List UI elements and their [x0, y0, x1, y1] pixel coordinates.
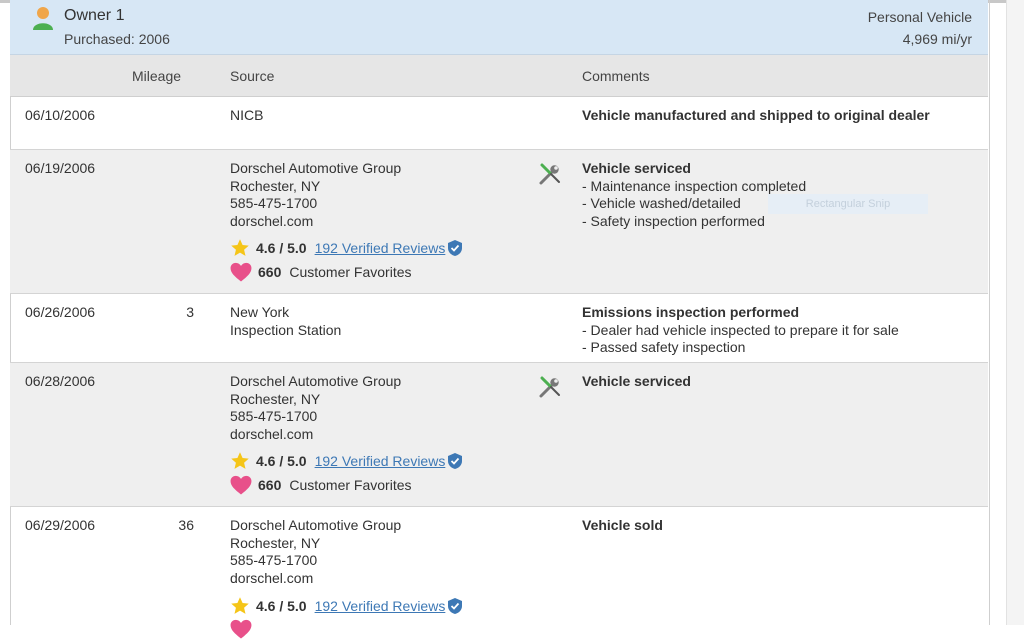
heart-icon [230, 262, 252, 282]
verified-check-icon [448, 598, 463, 614]
row-source: Dorschel Automotive Group Rochester, NY … [230, 517, 401, 587]
owner-purchased: Purchased: 2006 [64, 31, 170, 47]
star-icon [231, 452, 249, 469]
dealer-name: Dorschel Automotive Group [230, 517, 402, 533]
customer-favorites: 660 Customer Favorites [230, 261, 412, 283]
favorites-label: Customer Favorites [289, 264, 412, 280]
snip-watermark: Rectangular Snip [768, 194, 928, 214]
column-mileage: Mileage [132, 68, 182, 84]
scrollbar-track[interactable] [1006, 0, 1024, 625]
row-comments: Vehicle sold [582, 517, 663, 535]
table-row: 06/29/2006 36 Dorschel Automotive Group … [10, 507, 988, 639]
comment-headline: Vehicle serviced [582, 160, 691, 176]
table-row: 06/26/2006 3 New York Inspection Station… [10, 294, 988, 363]
person-icon [33, 7, 53, 30]
dealer-location: Rochester, NY [230, 534, 321, 551]
wrench-screwdriver-icon [539, 163, 560, 185]
table-row: 06/19/2006 Dorschel Automotive Group Roc… [10, 150, 988, 294]
row-comments: Vehicle manufactured and shipped to orig… [582, 107, 930, 125]
dealer-phone: 585-475-1700 [230, 195, 318, 211]
dealer-website: dorschel.com [230, 212, 314, 229]
rating-score: 4.6 / 5.0 [256, 598, 307, 614]
comment-headline: Vehicle sold [582, 517, 663, 533]
owner-header: Owner 1 Purchased: 2006 Personal Vehicle… [10, 0, 988, 55]
dealer-website: dorschel.com [230, 425, 314, 442]
column-source: Source [230, 68, 275, 84]
table-row: 06/10/2006 NICB Vehicle manufactured and… [10, 97, 988, 150]
dealer-rating: 4.6 / 5.0 192 Verified Reviews [230, 237, 463, 259]
rating-score: 4.6 / 5.0 [256, 240, 307, 256]
comment-headline: Emissions inspection performed [582, 304, 800, 320]
verified-check-icon [448, 240, 463, 256]
dealer-website: dorschel.com [230, 569, 314, 586]
row-date: 06/10/2006 [25, 107, 96, 123]
heart-icon [230, 619, 252, 639]
dealer-phone: 585-475-1700 [230, 408, 318, 424]
dealer-name: Dorschel Automotive Group [230, 160, 402, 176]
star-icon [231, 597, 249, 614]
favorites-label: Customer Favorites [289, 477, 412, 493]
row-comments: Vehicle serviced [582, 373, 691, 391]
dealer-rating: 4.6 / 5.0 192 Verified Reviews [230, 450, 463, 472]
table-header: Mileage Source Comments [10, 55, 988, 97]
comment-detail: - Passed safety inspection [582, 339, 746, 355]
dealer-location: Rochester, NY [230, 390, 321, 407]
row-comments: Emissions inspection performed - Dealer … [582, 304, 899, 357]
comment-detail: - Safety inspection performed [582, 212, 765, 229]
comment-detail: - Dealer had vehicle inspected to prepar… [582, 321, 899, 338]
row-date: 06/26/2006 [25, 304, 96, 320]
miles-per-year: 4,969 mi/yr [902, 31, 972, 47]
dealer-location: Rochester, NY [230, 177, 321, 194]
owner-title: Owner 1 [64, 7, 125, 24]
row-source: New York Inspection Station [230, 304, 341, 339]
source-line: NICB [230, 107, 264, 123]
favorites-count: 660 [258, 264, 282, 280]
row-mileage: 3 [186, 304, 194, 320]
table-row: 06/28/2006 Dorschel Automotive Group Roc… [10, 363, 988, 507]
customer-favorites: 660 Customer Favorites [230, 474, 412, 496]
row-date: 06/29/2006 [25, 517, 96, 533]
column-comments: Comments [582, 68, 650, 84]
dealer-rating: 4.6 / 5.0 192 Verified Reviews [230, 595, 463, 617]
favorites-count: 660 [258, 477, 282, 493]
row-date: 06/19/2006 [25, 160, 96, 176]
wrench-screwdriver-icon [539, 376, 560, 398]
verified-reviews-link[interactable]: 192 Verified Reviews [315, 598, 446, 614]
comment-detail: - Maintenance inspection completed [582, 177, 807, 194]
comment-headline: Vehicle manufactured and shipped to orig… [582, 107, 930, 123]
row-source: NICB [230, 107, 263, 125]
verified-check-icon [448, 453, 463, 469]
vehicle-type: Personal Vehicle [867, 9, 972, 25]
dealer-phone: 585-475-1700 [230, 552, 318, 568]
verified-reviews-link[interactable]: 192 Verified Reviews [315, 240, 446, 256]
row-source: Dorschel Automotive Group Rochester, NY … [230, 373, 401, 443]
dealer-name: Dorschel Automotive Group [230, 373, 402, 389]
heart-icon [230, 475, 252, 495]
row-mileage: 36 [178, 517, 194, 533]
row-date: 06/28/2006 [25, 373, 96, 389]
source-line: Inspection Station [230, 321, 342, 338]
source-line: New York [230, 304, 290, 320]
comment-headline: Vehicle serviced [582, 373, 691, 389]
star-icon [231, 239, 249, 256]
rating-score: 4.6 / 5.0 [256, 453, 307, 469]
row-source: Dorschel Automotive Group Rochester, NY … [230, 160, 401, 230]
verified-reviews-link[interactable]: 192 Verified Reviews [315, 453, 446, 469]
